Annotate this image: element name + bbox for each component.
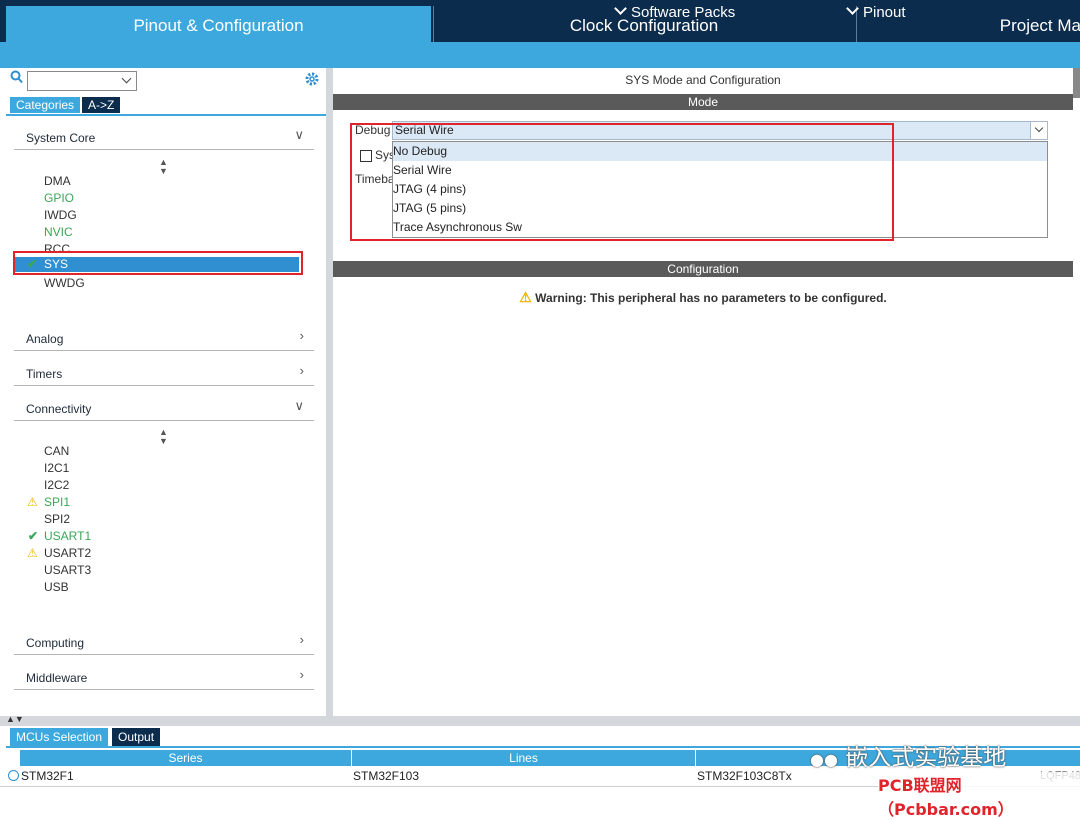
list-item-i2c1[interactable]: I2C1 [44,460,69,476]
category-label: Computing [26,636,85,650]
highlight-box-sys [13,251,303,275]
chevron-down-icon [121,73,132,84]
cell-series[interactable]: STM32F1 [21,768,74,784]
list-item-dma[interactable]: DMA [44,173,71,189]
list-item-spi1[interactable]: SPI1 [44,494,70,510]
software-packs-menu[interactable]: Software Packs [614,0,735,26]
gear-icon[interactable] [304,71,320,90]
sort-icon[interactable]: ▲ ▼ [159,158,168,176]
chevron-down-icon: ∨ [294,127,304,142]
check-icon: ✔ [28,529,39,543]
tab-pinout-configuration[interactable]: Pinout & Configuration [6,6,431,42]
scroll-handle[interactable] [1073,68,1080,98]
warning-icon: ⚠ [27,546,38,560]
tab-output[interactable]: Output [112,728,161,746]
chevron-right-icon: › [299,363,304,378]
list-item-gpio[interactable]: GPIO [44,190,74,206]
category-label: Timers [26,367,63,381]
list-item-iwdg[interactable]: IWDG [44,207,77,223]
list-item-i2c2[interactable]: I2C2 [44,477,69,493]
software-packs-label: Software Packs [631,4,736,21]
column-header-lines[interactable]: Lines [352,750,696,766]
mode-header: Mode [333,94,1073,110]
cell-mcu[interactable]: STM32F103C8Tx [697,768,792,784]
warning-text: Warning: This peripheral has no paramete… [535,291,887,305]
category-label: Analog [26,332,64,346]
warning-icon: ⚠ [519,289,532,305]
search-icon[interactable] [10,70,24,89]
watermark-title: ●● 嵌入式实验基地 [810,738,1006,772]
tab-mcus-selection[interactable]: MCUs Selection [10,728,109,746]
cell-lines[interactable]: STM32F103 [353,768,419,784]
chevron-down-icon [614,2,627,15]
dropdown-button[interactable] [1030,122,1047,139]
category-label: System Core [26,131,96,145]
chevron-down-icon: ∨ [294,398,304,413]
list-item-usb[interactable]: USB [44,579,69,595]
tab-underline [6,114,326,116]
list-item-wwdg[interactable]: WWDG [44,275,85,291]
column-header-series[interactable]: Series [20,750,352,766]
panel-title: SYS Mode and Configuration [625,73,781,87]
warning-message: ⚠ Warning: This peripheral has no parame… [333,289,1073,306]
category-middleware[interactable]: Middleware › [14,663,314,690]
chevron-right-icon: › [299,328,304,343]
pinout-label: Pinout [863,4,906,21]
list-item-can[interactable]: CAN [44,443,69,459]
category-label: Middleware [26,671,88,685]
sort-icon[interactable]: ▲ ▼ [159,428,168,446]
warning-icon: ⚠ [27,495,38,509]
configuration-header: Configuration [333,261,1073,277]
search-input[interactable] [27,71,137,91]
list-item-usart3[interactable]: USART3 [44,562,91,578]
wechat-icon: ●● [810,750,838,769]
list-item-rcc[interactable]: RCC [44,241,70,251]
list-item-usart1[interactable]: USART1 [44,528,91,544]
list-item-usart2[interactable]: USART2 [44,545,91,561]
tab-categories[interactable]: Categories [10,97,81,113]
category-connectivity[interactable]: Connectivity ∨ [14,394,314,421]
list-item-nvic[interactable]: NVIC [44,224,73,240]
watermark-text: 嵌入式实验基地 [845,745,1007,771]
chevron-down-icon [1034,123,1044,133]
tab-project-label: Project Ma [999,16,1080,35]
category-computing[interactable]: Computing › [14,628,314,655]
chevron-right-icon: › [299,632,304,647]
chevron-right-icon: › [299,667,304,682]
tab-a-z[interactable]: A->Z [82,97,121,113]
highlight-box-debug [350,123,894,241]
collapse-icon[interactable]: ▲▼ [6,715,24,724]
category-timers[interactable]: Timers › [14,359,314,386]
category-label: Connectivity [26,402,92,416]
row-selected-icon[interactable] [8,770,19,781]
category-analog[interactable]: Analog › [14,324,314,351]
category-system-core[interactable]: System Core ∨ [14,123,314,150]
pinout-menu[interactable]: Pinout [846,0,906,26]
sub-bar [0,42,1080,68]
chevron-down-icon [846,2,859,15]
list-item-spi2[interactable]: SPI2 [44,511,70,527]
bottom-splitter[interactable] [0,716,1080,726]
watermark-site: PCB联盟网（Pcbbar.com） [878,772,1080,820]
panel-splitter[interactable] [326,68,333,718]
